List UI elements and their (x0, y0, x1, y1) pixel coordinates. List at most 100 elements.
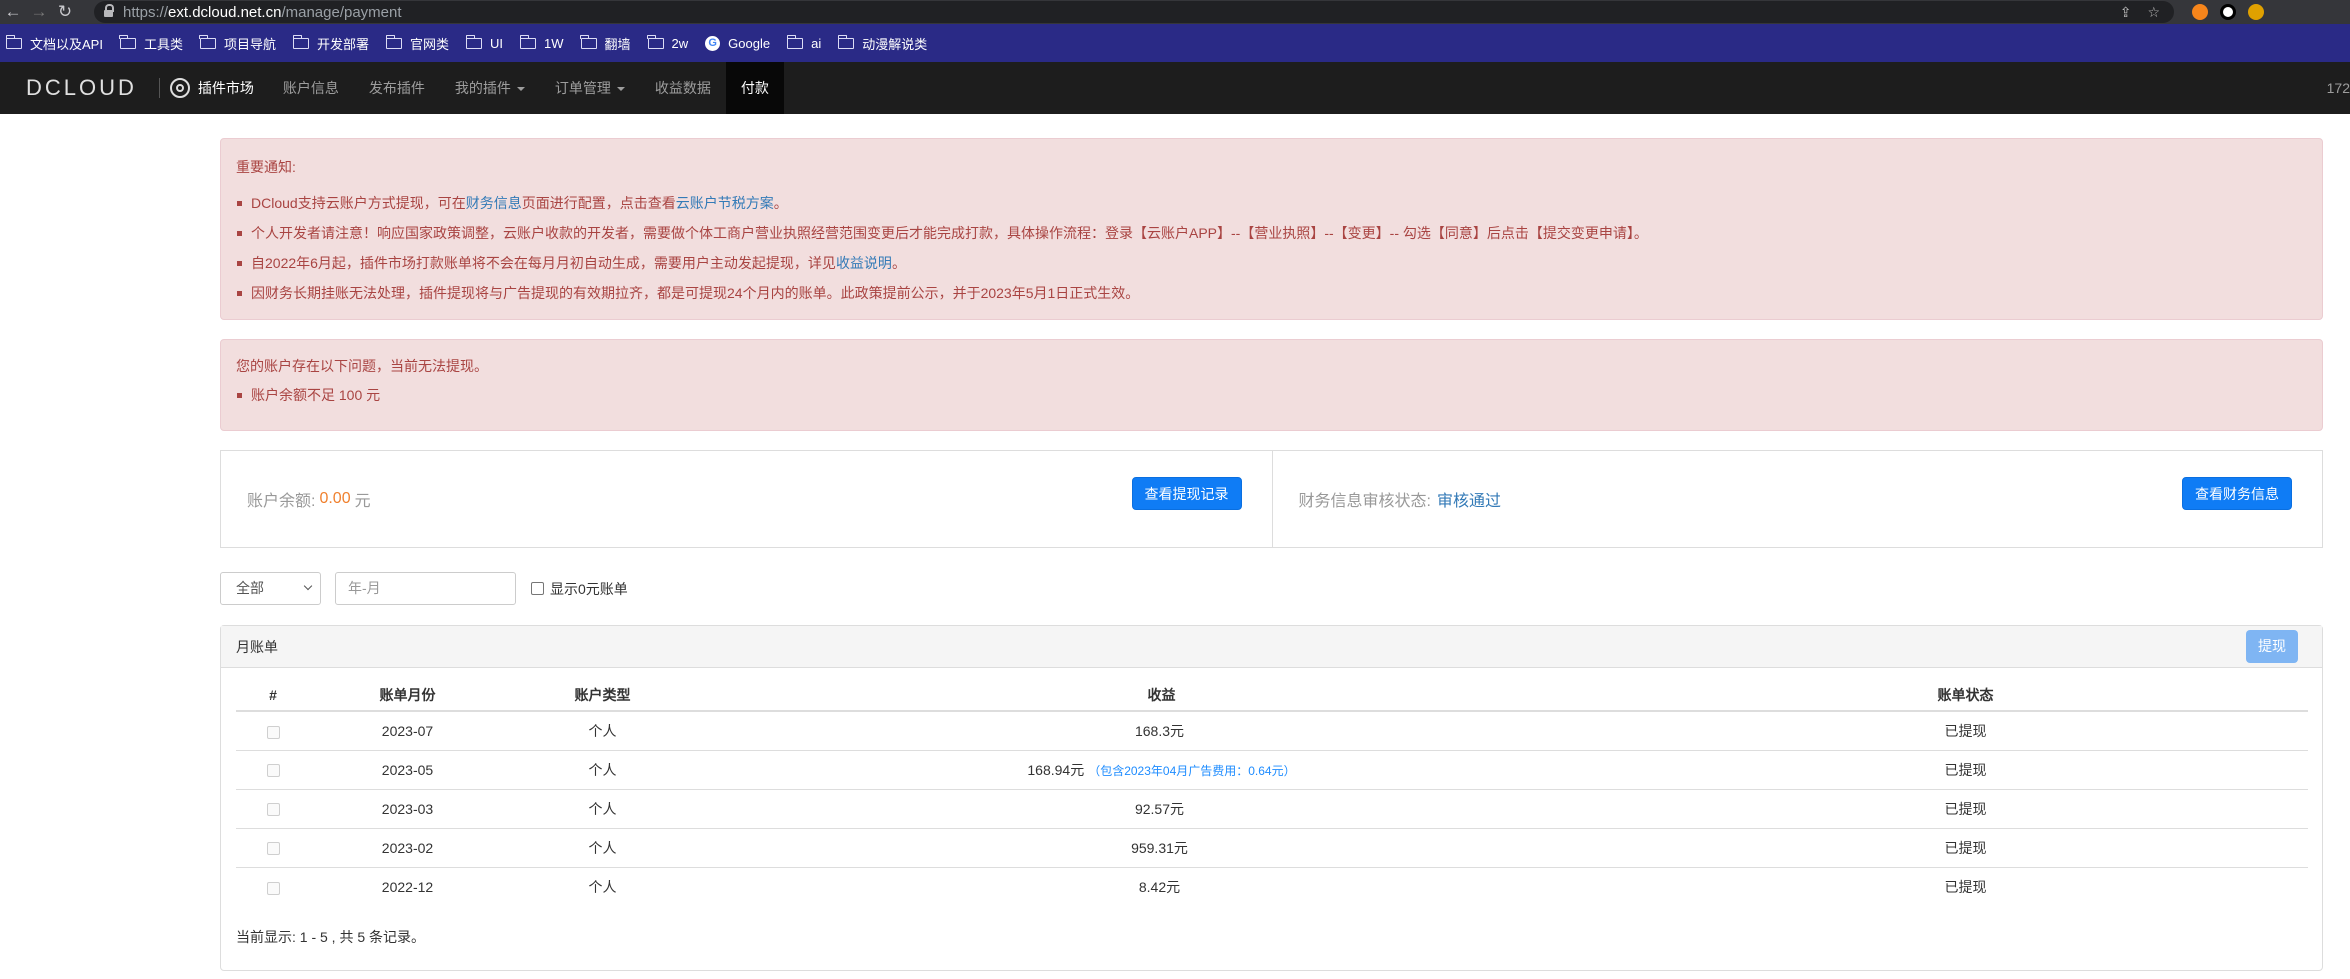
url-scheme: https:// (123, 3, 169, 21)
row-checkbox[interactable] (266, 881, 280, 895)
bookmark-google[interactable]: G Google (705, 35, 770, 51)
bill-income: 92.57元 (700, 788, 1623, 828)
back-icon[interactable]: ← (0, 2, 26, 22)
extension-icon[interactable] (2220, 4, 2236, 20)
nav-payment[interactable]: 付款 (725, 62, 784, 114)
table-row: 2023-05 个人 168.94元 （包含2023年04月广告费用：0.64元）… (236, 749, 2308, 789)
month-input[interactable]: 年-月 (335, 572, 516, 605)
caret-down-icon (616, 87, 625, 92)
address-bar[interactable]: https://ext.dcloud.net.cn/manage/payment… (94, 1, 2174, 23)
browser-toolbar: ← → ↻ https://ext.dcloud.net.cn/manage/p… (0, 0, 2350, 24)
show-zero-bills-checkbox[interactable] (531, 582, 544, 595)
bookmark-folder[interactable]: 翻墙 (580, 34, 631, 53)
column-header: 账单状态 (1623, 679, 2308, 712)
bookmark-folder[interactable]: 开发部署 (292, 34, 369, 53)
bill-status: 已提现 (1623, 788, 2308, 828)
finance-info-link[interactable]: 财务信息 (466, 195, 522, 211)
column-header: # (236, 679, 310, 712)
balance-cell: 账户余额: 0.00 元 查看提现记录 (221, 451, 1272, 547)
nav-account-info[interactable]: 账户信息 (268, 62, 354, 114)
metamask-extension-icon[interactable] (2192, 4, 2208, 20)
withdraw-button[interactable]: 提现 (2246, 630, 2298, 663)
bookmark-folder[interactable]: 工具类 (119, 34, 183, 53)
bill-status: 已提现 (1623, 827, 2308, 867)
account-issue-alert: 您的账户存在以下问题，当前无法提现。 账户余额不足 100 元 (220, 339, 2323, 431)
bill-month: 2023-07 (381, 722, 434, 739)
bookmark-folder[interactable]: 2w (647, 34, 688, 51)
review-status-label: 财务信息审核状态: (1298, 493, 1431, 510)
view-withdraw-records-button[interactable]: 查看提现记录 (1131, 477, 1242, 510)
finance-review-cell: 财务信息审核状态: 审核通过 查看财务信息 (1271, 451, 2323, 547)
url-host: ext.dcloud.net.cn (168, 3, 282, 21)
balance-amount: 0.00 (319, 490, 351, 507)
share-icon[interactable]: ⇪ (2120, 4, 2132, 21)
panel-heading: 月账单 提现 (221, 626, 2322, 668)
tax-plan-link[interactable]: 云账户节税方案 (676, 195, 774, 211)
account-type: 个人 (505, 788, 700, 828)
issue-title: 您的账户存在以下问题，当前无法提现。 (236, 358, 488, 374)
account-type: 个人 (505, 749, 700, 789)
issue-item: 账户余额不足 100 元 (236, 380, 2307, 410)
forward-icon[interactable]: → (26, 2, 52, 22)
dcloud-logo[interactable]: DCLOUD (26, 75, 137, 101)
bookmark-star-icon[interactable]: ☆ (2147, 4, 2160, 21)
notice-item: 个人开发者请注意！响应国家政策调整，云账户收款的开发者，需要做个体工商户营业执照… (236, 218, 2307, 248)
balance-label: 账户余额: (247, 493, 316, 510)
reload-icon[interactable]: ↻ (52, 2, 78, 22)
site-navbar: DCLOUD 插件市场 账户信息 发布插件 我的插件 订单管理 收益数据 付款 … (0, 62, 2350, 114)
user-account-menu[interactable]: 172 (2327, 62, 2350, 114)
income-explanation-link[interactable]: 收益说明 (836, 255, 892, 271)
folder-icon (519, 34, 537, 49)
nav-publish-plugin[interactable]: 发布插件 (354, 62, 440, 114)
bookmark-folder[interactable]: 文档以及API (5, 34, 103, 53)
bill-filters: 全部 年-月 显示0元账单 (220, 572, 2323, 605)
bookmark-folder[interactable]: UI (465, 34, 503, 51)
account-type-select[interactable]: 全部 (220, 572, 321, 605)
row-checkbox[interactable] (266, 764, 280, 778)
notice-title: 重要通知: (236, 159, 296, 175)
view-finance-info-button[interactable]: 查看财务信息 (2182, 477, 2292, 510)
extension-icon[interactable] (2248, 4, 2264, 20)
bookmark-folder[interactable]: 官网类 (385, 34, 449, 53)
bookmarks-bar: 文档以及API 工具类 项目导航 开发部署 官网类 UI 1W 翻墙 2w GG… (0, 24, 2350, 62)
plugin-market-brand[interactable]: 插件市场 (198, 78, 254, 98)
account-type: 个人 (588, 722, 617, 739)
folder-icon (199, 34, 216, 49)
table-row: 2022-12 个人 8.42元 已提现 (236, 866, 2308, 906)
row-checkbox[interactable] (266, 842, 280, 856)
bill-income: 959.31元 (700, 827, 1623, 867)
caret-down-icon (516, 87, 525, 92)
folder-icon (786, 34, 804, 49)
monthly-bills-panel: 月账单 提现 # 账单月份 账户类型 收益 账单状态 2023-07 个人 16… (220, 625, 2323, 971)
bill-status: 已提现 (1623, 866, 2308, 906)
panel-title: 月账单 (236, 639, 278, 655)
notice-item: 因财务长期挂账无法处理，插件提现将与广告提现的有效期拉齐，都是可提现24个月内的… (236, 278, 2307, 308)
bill-income: 168.3元 (1134, 722, 1185, 739)
plugin-market-icon (169, 78, 190, 98)
lock-icon (104, 4, 114, 18)
folder-icon (647, 34, 664, 49)
review-status-value: 审核通过 (1436, 493, 1501, 510)
bookmark-folder[interactable]: 动漫解说类 (837, 34, 927, 53)
bookmark-folder[interactable]: 1W (519, 34, 564, 51)
show-zero-bills-label[interactable]: 显示0元账单 (550, 579, 628, 599)
balance-panel: 账户余额: 0.00 元 查看提现记录 财务信息审核状态: 审核通过 查看财务信… (220, 450, 2323, 548)
table-row: 2023-02 个人 959.31元 已提现 (236, 827, 2308, 867)
folder-icon (5, 34, 22, 49)
nav-my-plugins[interactable]: 我的插件 (440, 62, 540, 114)
row-checkbox[interactable] (266, 725, 280, 739)
folder-icon (580, 34, 597, 49)
nav-order-management[interactable]: 订单管理 (540, 62, 640, 114)
row-checkbox[interactable] (266, 803, 280, 817)
google-icon: G (705, 35, 721, 51)
account-type: 个人 (505, 827, 700, 867)
main-content: 重要通知: DCloud支持云账户方式提现，可在财务信息页面进行配置，点击查看云… (220, 138, 2323, 971)
important-notice-alert: 重要通知: DCloud支持云账户方式提现，可在财务信息页面进行配置，点击查看云… (220, 138, 2323, 320)
bill-month: 2023-05 (310, 749, 505, 789)
bookmark-folder[interactable]: 项目导航 (199, 34, 276, 53)
bill-income: 168.94元 （包含2023年04月广告费用：0.64元） (700, 749, 1623, 789)
nav-revenue-data[interactable]: 收益数据 (640, 62, 726, 114)
account-type: 个人 (505, 866, 700, 906)
bill-income: 8.42元 (700, 866, 1623, 906)
bookmark-folder[interactable]: ai (786, 34, 821, 51)
